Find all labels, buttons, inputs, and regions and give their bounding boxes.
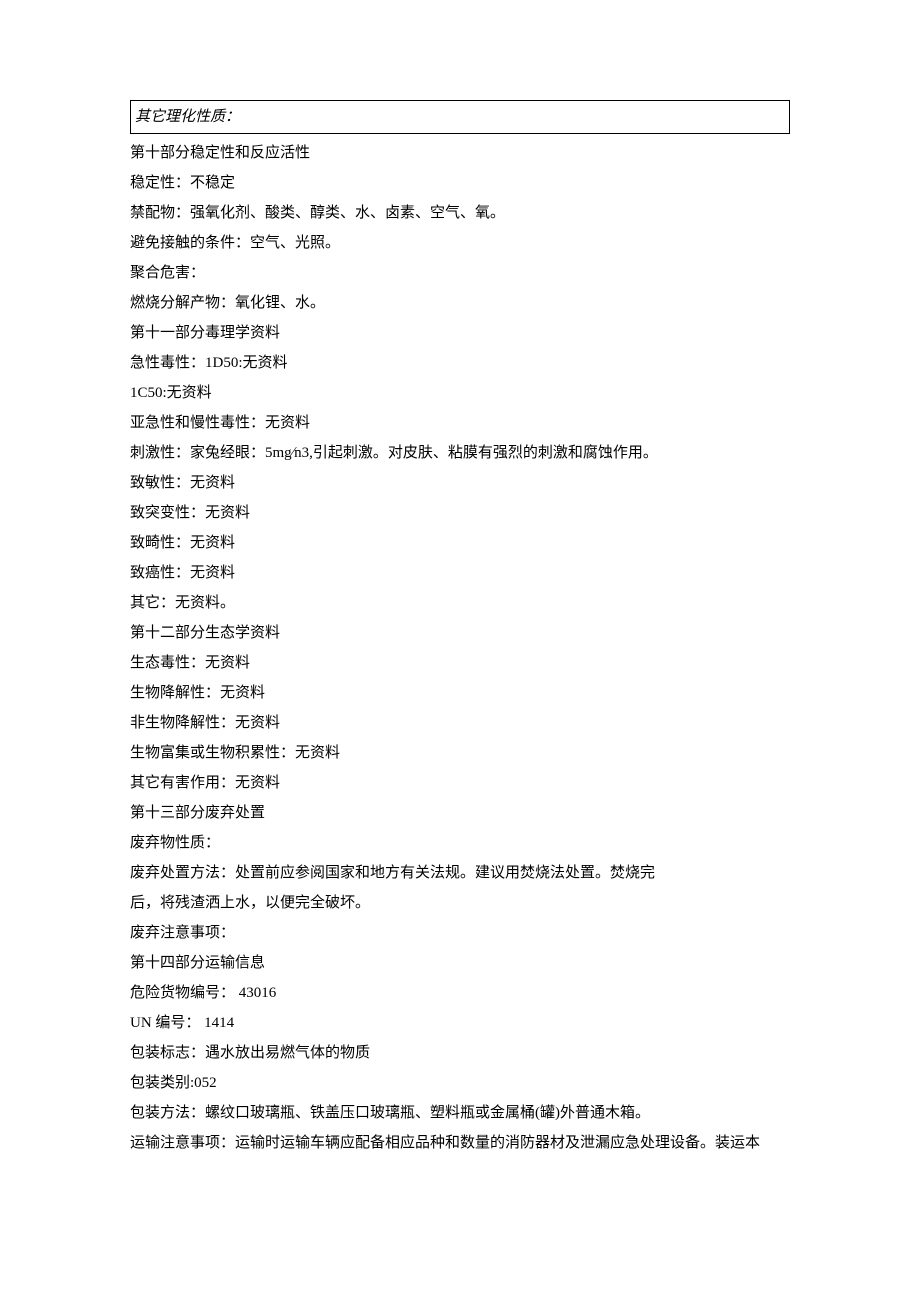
document-line: 包装标志：遇水放出易燃气体的物质 <box>130 1038 790 1068</box>
document-line: 生物富集或生物积累性：无资料 <box>130 738 790 768</box>
document-line: 刺激性：家兔经眼：5mg∕n3,引起刺激。对皮肤、粘膜有强烈的刺激和腐蚀作用。 <box>130 438 790 468</box>
document-line: 非生物降解性：无资料 <box>130 708 790 738</box>
document-line: 燃烧分解产物：氧化锂、水。 <box>130 288 790 318</box>
document-line: 废弃物性质： <box>130 828 790 858</box>
document-line: 禁配物：强氧化剂、酸类、醇类、水、卤素、空气、氧。 <box>130 198 790 228</box>
document-line: 废弃注意事项： <box>130 918 790 948</box>
boxed-property-text: 其它理化性质： <box>135 109 240 125</box>
boxed-property-row: 其它理化性质： <box>130 100 790 134</box>
document-line: 包装方法：螺纹口玻璃瓶、铁盖压口玻璃瓶、塑料瓶或金属桶(罐)外普通木箱。 <box>130 1098 790 1128</box>
document-line: 第十四部分运输信息 <box>130 948 790 978</box>
document-line: 聚合危害： <box>130 258 790 288</box>
document-line: 生物降解性：无资料 <box>130 678 790 708</box>
document-line: 包装类别:052 <box>130 1068 790 1098</box>
document-line: 第十一部分毒理学资料 <box>130 318 790 348</box>
document-line: 危险货物编号： 43016 <box>130 978 790 1008</box>
document-body: 第十部分稳定性和反应活性稳定性：不稳定禁配物：强氧化剂、酸类、醇类、水、卤素、空… <box>130 138 790 1158</box>
document-line: 致癌性：无资料 <box>130 558 790 588</box>
document-line: 稳定性：不稳定 <box>130 168 790 198</box>
document-line: 生态毒性：无资料 <box>130 648 790 678</box>
document-line: 废弃处置方法：处置前应参阅国家和地方有关法规。建议用焚烧法处置。焚烧完 <box>130 858 790 888</box>
document-line: 致敏性：无资料 <box>130 468 790 498</box>
document-line: 急性毒性：1D50:无资料 <box>130 348 790 378</box>
document-line: 1C50:无资料 <box>130 378 790 408</box>
document-line: UN 编号： 1414 <box>130 1008 790 1038</box>
document-line: 第十二部分生态学资料 <box>130 618 790 648</box>
document-line: 避免接触的条件：空气、光照。 <box>130 228 790 258</box>
document-line: 其它有害作用：无资料 <box>130 768 790 798</box>
document-line: 其它：无资料。 <box>130 588 790 618</box>
document-line: 第十三部分废弃处置 <box>130 798 790 828</box>
document-line: 第十部分稳定性和反应活性 <box>130 138 790 168</box>
document-line: 致突变性：无资料 <box>130 498 790 528</box>
document-line: 亚急性和慢性毒性：无资料 <box>130 408 790 438</box>
document-line: 运输注意事项：运输时运输车辆应配备相应品种和数量的消防器材及泄漏应急处理设备。装… <box>130 1128 790 1158</box>
document-line: 致畸性：无资料 <box>130 528 790 558</box>
document-line: 后，将残渣洒上水，以便完全破坏。 <box>130 888 790 918</box>
